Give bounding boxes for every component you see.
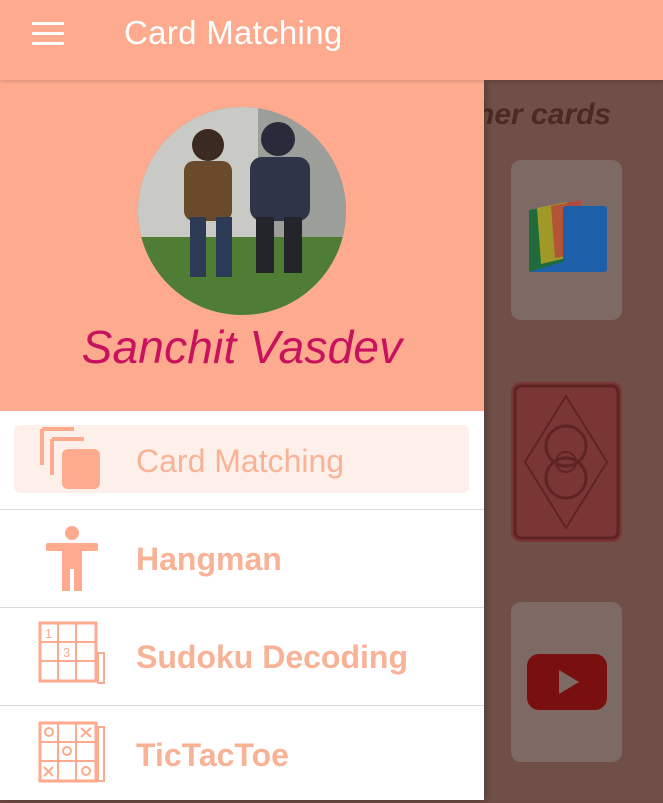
menu-icon[interactable] <box>32 22 64 46</box>
tictactoe-grid-icon <box>38 721 105 783</box>
drawer-header: Sanchit Vasdev <box>0 80 484 411</box>
card-files-app[interactable] <box>511 160 622 320</box>
app-bar-title: Card Matching <box>124 14 343 51</box>
playing-card-back-icon <box>513 384 620 540</box>
nav-item-card-matching[interactable]: Card Matching <box>0 411 484 510</box>
user-name: Sanchit Vasdev <box>81 321 403 373</box>
nav-item-tictactoe[interactable]: TicTacToe <box>0 705 484 803</box>
app-bar: Card Matching <box>0 0 663 80</box>
background-hint-text: her cards <box>484 98 612 131</box>
nav-item-hangman[interactable]: Hangman <box>0 509 484 608</box>
sudoku-grid-icon: 1 3 <box>38 621 105 684</box>
cards-stack-icon <box>40 427 100 489</box>
nav-item-label: Card Matching <box>136 443 345 479</box>
person-icon <box>46 526 98 591</box>
nav-item-label: TicTacToe <box>136 737 289 773</box>
card-playing-card-back[interactable] <box>511 382 622 542</box>
background-content: her cards <box>484 80 663 800</box>
svg-text:3: 3 <box>63 645 70 660</box>
card-youtube[interactable] <box>511 602 622 762</box>
files-app-icon <box>529 200 607 272</box>
nav-item-label: Hangman <box>136 541 282 577</box>
svg-text:1: 1 <box>45 626 52 641</box>
youtube-icon <box>527 654 607 710</box>
nav-item-sudoku-decoding[interactable]: 1 3 Sudoku Decoding <box>0 607 484 706</box>
navigation-drawer: Sanchit Vasdev Card Matching Hangman 1 3… <box>0 80 484 800</box>
nav-item-label: Sudoku Decoding <box>136 639 408 675</box>
avatar <box>138 107 346 315</box>
